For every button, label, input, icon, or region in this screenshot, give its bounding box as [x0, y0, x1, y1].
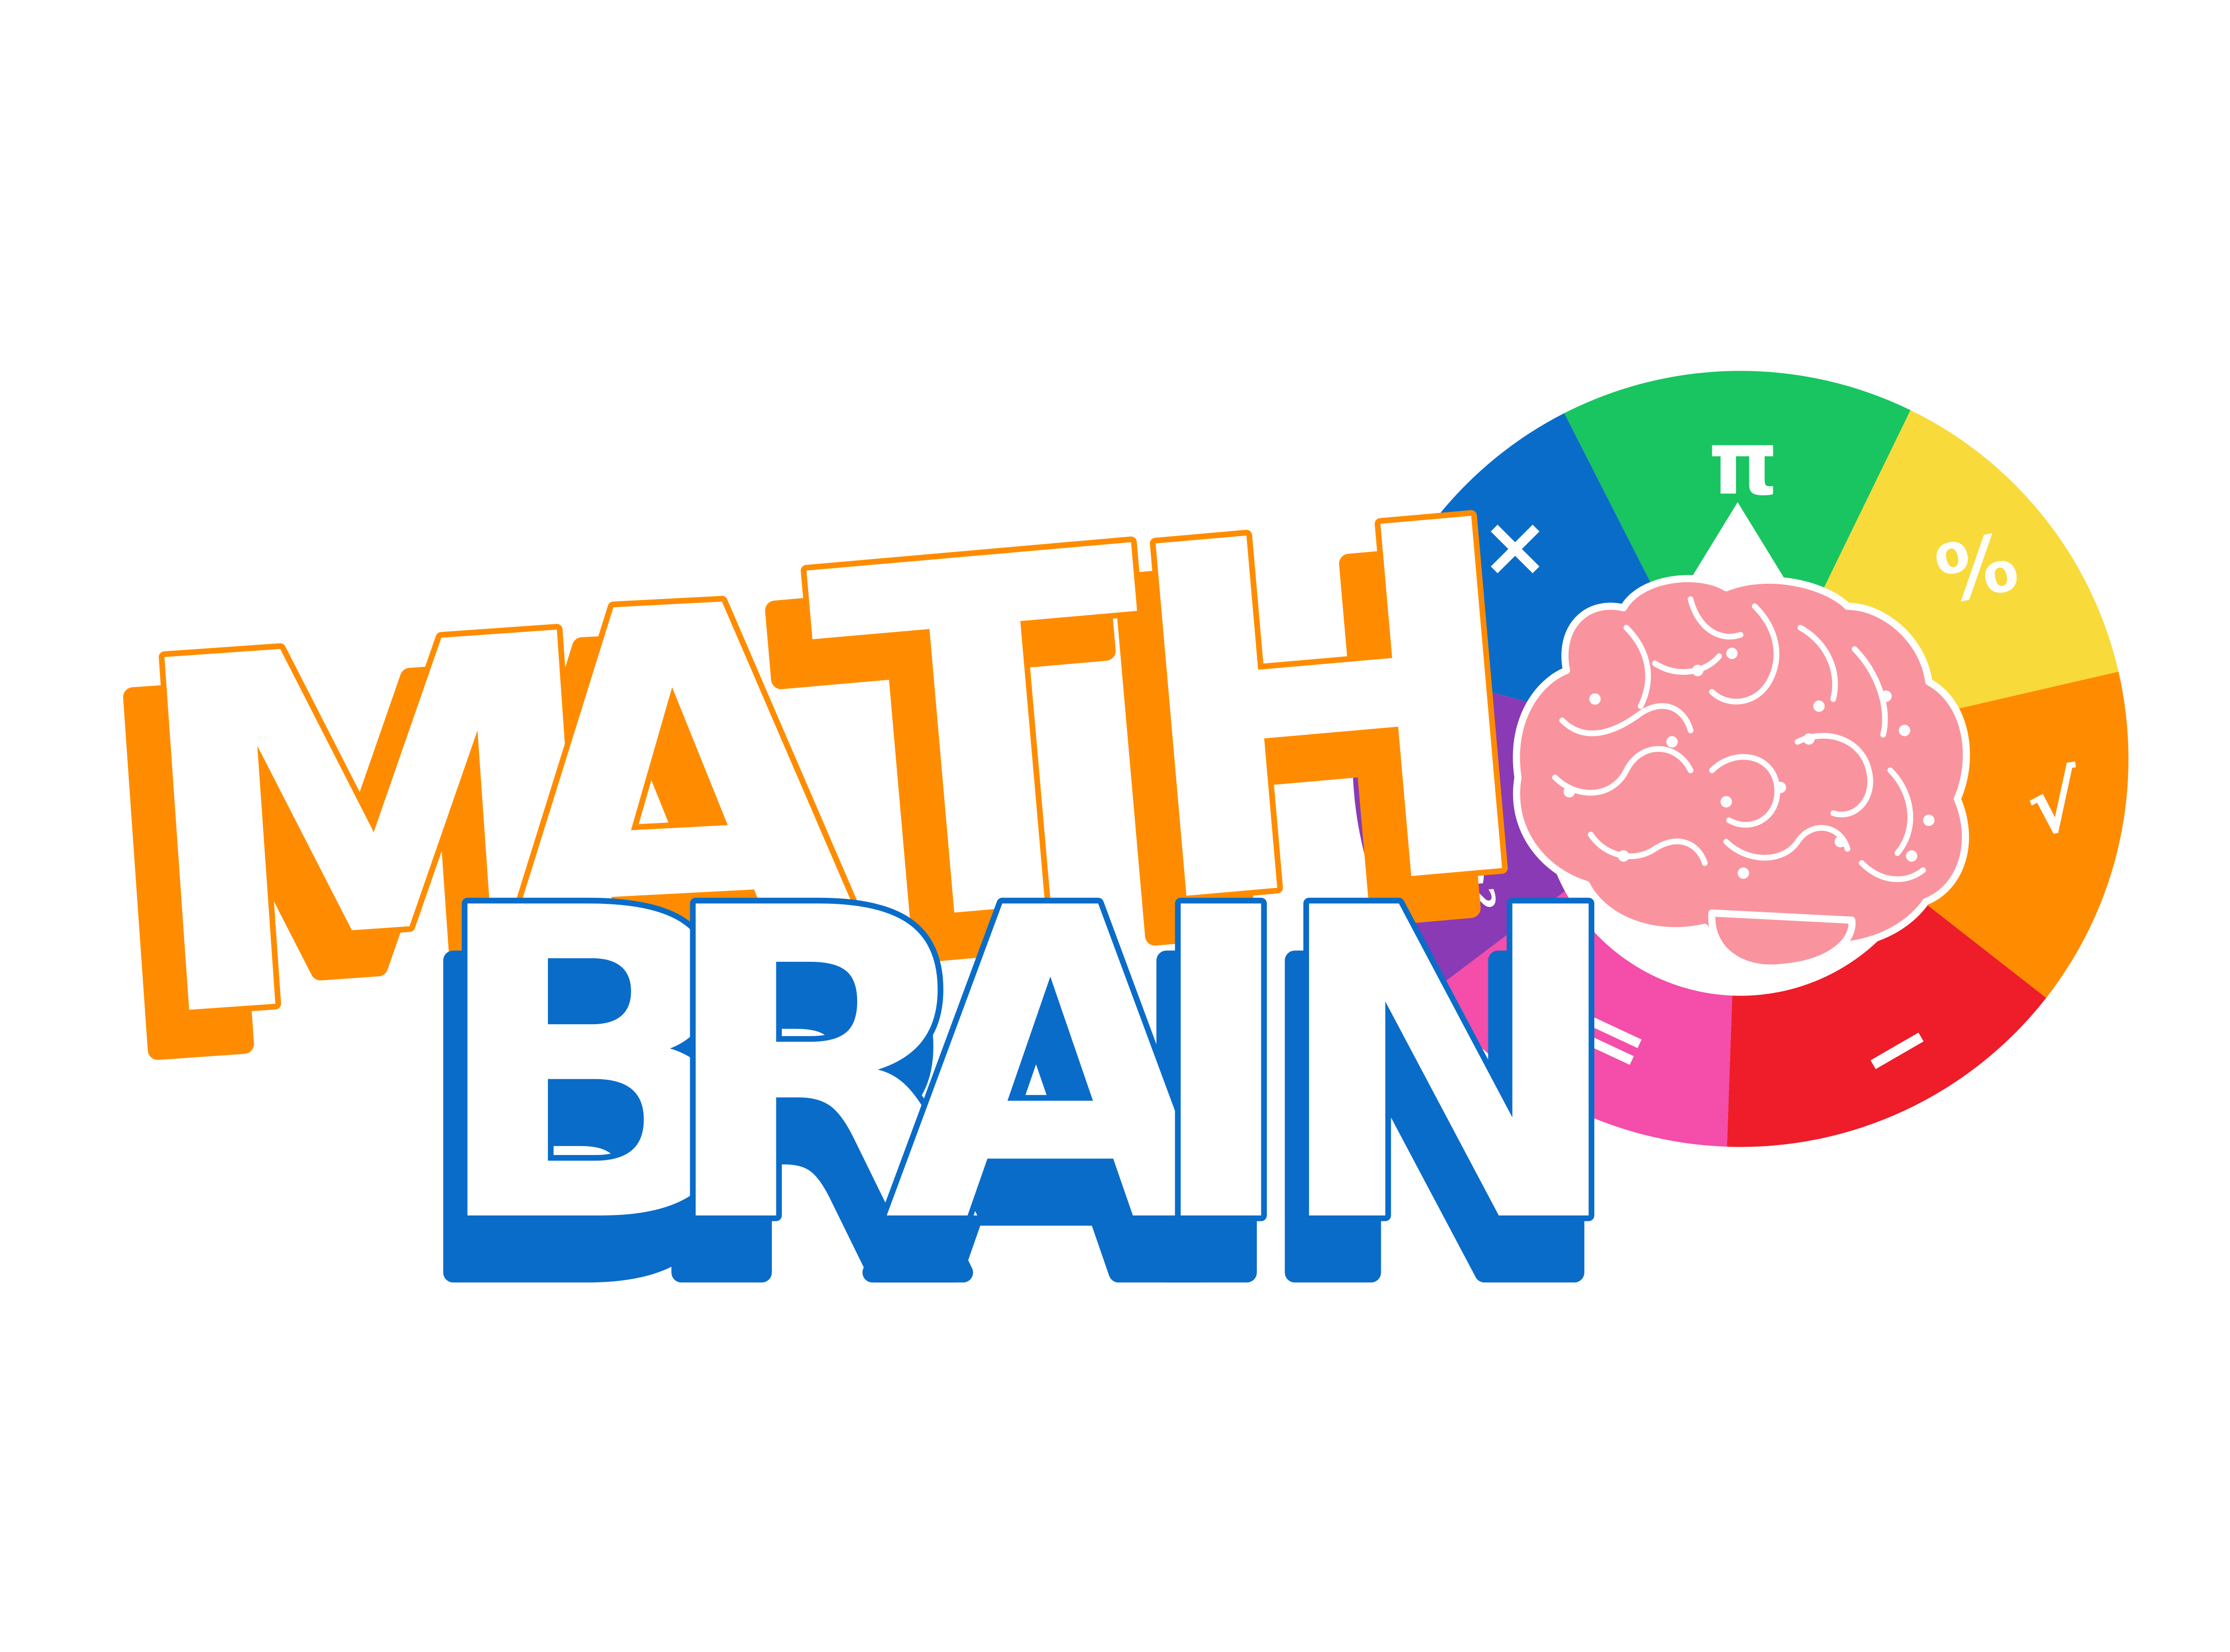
math-brain-logo: × π % √ − = E=mc² M A T H M A T H B R A … [72, 371, 2129, 1383]
brain-letter-n[interactable]: N [1264, 812, 1633, 1322]
wheel-symbol-pi: π [1708, 412, 1778, 515]
brain-word: B R A I N B R A I N [404, 812, 1633, 1383]
